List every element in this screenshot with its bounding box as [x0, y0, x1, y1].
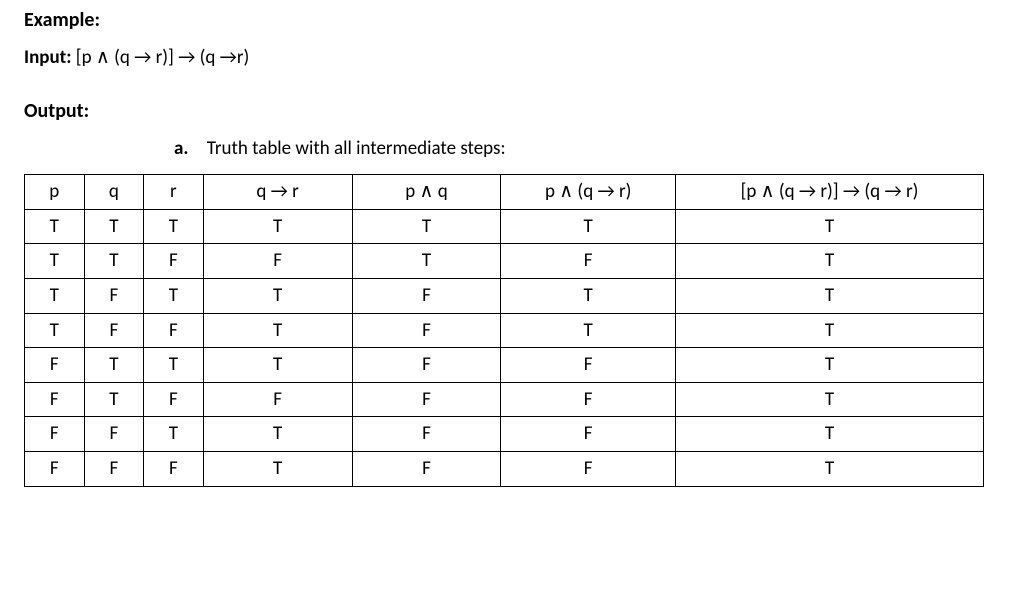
- table-row: TTFFTFT: [25, 244, 984, 279]
- table-cell: T: [25, 278, 85, 313]
- table-cell: T: [501, 313, 676, 348]
- table-cell: F: [352, 417, 501, 452]
- table-cell: F: [84, 452, 144, 487]
- table-cell: F: [501, 244, 676, 279]
- table-cell: T: [203, 348, 352, 383]
- table-cell: T: [144, 209, 204, 244]
- table-cell: F: [25, 348, 85, 383]
- col-header: p ∧ q: [352, 175, 501, 210]
- table-header-row: p q r q → r p ∧ q p ∧ (q → r) [p ∧ (q → …: [25, 175, 984, 210]
- table-cell: F: [144, 382, 204, 417]
- table-cell: F: [25, 417, 85, 452]
- col-header: r: [144, 175, 204, 210]
- table-cell: T: [501, 209, 676, 244]
- input-line: Input: [p ∧ (q → r)] → (q →r): [24, 46, 1000, 69]
- table-cell: T: [675, 244, 983, 279]
- col-header: p ∧ (q → r): [501, 175, 676, 210]
- table-cell: F: [144, 244, 204, 279]
- table-cell: T: [352, 244, 501, 279]
- table-cell: T: [352, 209, 501, 244]
- caption-text: Truth table with all intermediate steps:: [207, 137, 506, 160]
- table-row: TFFTFTT: [25, 313, 984, 348]
- truth-table: p q r q → r p ∧ q p ∧ (q → r) [p ∧ (q → …: [24, 174, 984, 487]
- table-cell: T: [25, 313, 85, 348]
- table-cell: T: [144, 278, 204, 313]
- table-cell: F: [84, 313, 144, 348]
- output-heading: Output:: [24, 99, 1000, 123]
- col-header: q → r: [203, 175, 352, 210]
- table-row: TTTTTTT: [25, 209, 984, 244]
- table-cell: T: [25, 244, 85, 279]
- col-header: p: [25, 175, 85, 210]
- table-cell: T: [501, 278, 676, 313]
- table-cell: T: [203, 209, 352, 244]
- table-cell: T: [203, 278, 352, 313]
- table-cell: T: [675, 278, 983, 313]
- table-cell: F: [203, 244, 352, 279]
- input-label: Input:: [24, 46, 71, 69]
- table-cell: T: [25, 209, 85, 244]
- table-cell: F: [352, 348, 501, 383]
- table-cell: T: [203, 452, 352, 487]
- table-cell: F: [352, 313, 501, 348]
- table-row: FFFTFFT: [25, 452, 984, 487]
- table-cell: T: [675, 417, 983, 452]
- table-cell: F: [144, 313, 204, 348]
- table-cell: F: [352, 278, 501, 313]
- table-cell: F: [501, 452, 676, 487]
- table-cell: F: [84, 278, 144, 313]
- table-cell: T: [203, 313, 352, 348]
- caption-marker: a.: [174, 137, 188, 160]
- table-cell: T: [84, 209, 144, 244]
- table-cell: T: [144, 348, 204, 383]
- table-caption: a. Truth table with all intermediate ste…: [24, 137, 1000, 160]
- table-cell: F: [501, 417, 676, 452]
- table-cell: T: [203, 417, 352, 452]
- col-header: q: [84, 175, 144, 210]
- table-cell: F: [352, 382, 501, 417]
- table-row: TFTTFTT: [25, 278, 984, 313]
- table-cell: F: [501, 348, 676, 383]
- table-cell: F: [144, 452, 204, 487]
- table-cell: T: [84, 244, 144, 279]
- table-cell: T: [84, 382, 144, 417]
- example-heading: Example:: [24, 8, 1000, 32]
- table-cell: T: [675, 313, 983, 348]
- table-cell: F: [25, 382, 85, 417]
- table-row: FTFFFFT: [25, 382, 984, 417]
- table-cell: T: [675, 209, 983, 244]
- input-expression: [p ∧ (q → r)] → (q →r): [76, 46, 249, 69]
- col-header: [p ∧ (q → r)] → (q → r): [675, 175, 983, 210]
- table-cell: F: [25, 452, 85, 487]
- table-cell: F: [501, 382, 676, 417]
- table-cell: T: [84, 348, 144, 383]
- table-cell: F: [203, 382, 352, 417]
- table-cell: F: [84, 417, 144, 452]
- table-row: FTTTFFT: [25, 348, 984, 383]
- table-cell: T: [675, 382, 983, 417]
- table-cell: T: [675, 348, 983, 383]
- table-cell: T: [144, 417, 204, 452]
- table-cell: F: [352, 452, 501, 487]
- table-cell: T: [675, 452, 983, 487]
- table-row: FFTTFFT: [25, 417, 984, 452]
